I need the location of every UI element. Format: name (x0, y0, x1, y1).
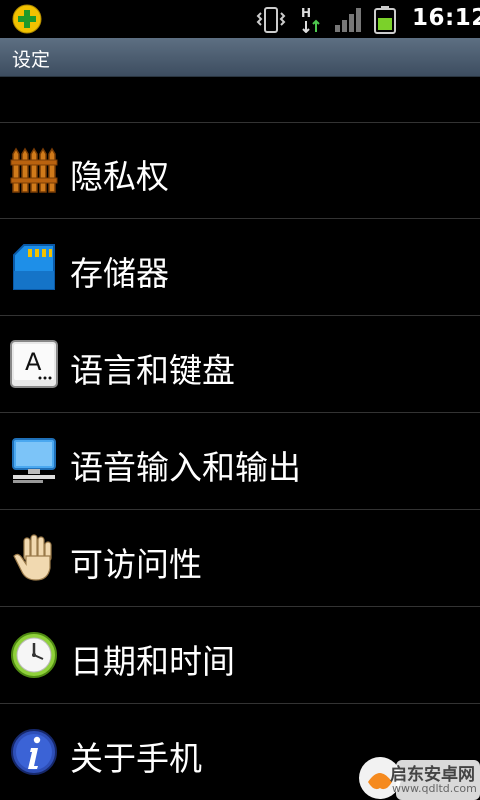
settings-item-language-keyboard[interactable]: A 语言和键盘 (0, 316, 480, 413)
motion-icon (10, 76, 58, 78)
info-icon (11, 729, 57, 775)
status-bar: H 16:12 (0, 0, 480, 38)
add-app-icon[interactable] (12, 4, 42, 34)
svg-text:A: A (25, 348, 42, 376)
settings-item-privacy[interactable]: 隐私权 (0, 122, 480, 219)
vibrate-icon (256, 7, 286, 33)
settings-item-label: 关于手机 (70, 739, 202, 778)
settings-item-storage[interactable]: 存储器 (0, 219, 480, 316)
sd-card-icon (13, 244, 55, 290)
settings-item-label: 语音输入和输出 (70, 448, 301, 487)
title-bar: 设定 (0, 38, 480, 77)
clock-time: 16:12 (412, 5, 480, 31)
settings-item-motion[interactable]: 动作 (0, 76, 480, 123)
settings-item-date-time[interactable]: 日期和时间 (0, 607, 480, 704)
network-type-label: H (301, 6, 311, 20)
hspa-data-icon: H (301, 6, 320, 33)
clock-icon (11, 632, 57, 678)
fence-icon (10, 147, 58, 193)
settings-item-accessibility[interactable]: 可访问性 (0, 510, 480, 607)
settings-item-label: 存储器 (70, 254, 169, 293)
page-title: 设定 (12, 49, 51, 71)
signal-icon (335, 8, 361, 32)
settings-list: 动作 隐私权 存储器 (0, 76, 480, 800)
hand-icon (13, 534, 52, 581)
settings-item-label: 日期和时间 (70, 642, 235, 681)
settings-item-label: 可访问性 (70, 545, 202, 584)
watermark-url: www.qdltd.com (392, 782, 477, 795)
battery-icon (374, 6, 396, 34)
settings-item-voice-io[interactable]: 语音输入和输出 (0, 413, 480, 510)
settings-item-label: 语言和键盘 (70, 351, 235, 390)
keyboard-icon: A (10, 340, 58, 388)
settings-item-label: 隐私权 (70, 157, 169, 196)
monitor-icon (12, 438, 56, 483)
